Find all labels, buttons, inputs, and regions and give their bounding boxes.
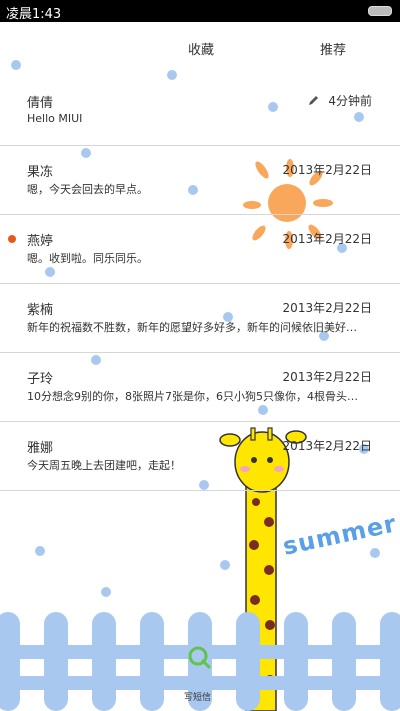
message-preview: Hello MIUI [27,112,83,125]
message-time: 2013年2月22日 [282,439,372,453]
conversation-row[interactable]: 子玲 10分想念9别的你，8张照片7张是你，6只小狗5只像你，4根骨头… 2013年… [0,354,400,422]
row-divider [0,490,400,491]
contact-name: 紫楠 [27,303,54,318]
message-preview: 今天周五晚上去团建吧，走起！ [27,459,181,472]
status-bar: 凌晨1:43 [0,0,400,22]
message-preview: 新年的祝福数不胜数，新年的愿望好多好多，新年的问候依旧美好… [27,321,357,334]
conversation-row[interactable]: 果冻嗯，今天会回去的早点。 2013年2月22日 [0,147,400,215]
message-time: 4分钟前 [328,94,372,108]
message-time: 2013年2月22日 [282,232,372,246]
pencil-icon [308,91,320,110]
battery-icon [368,6,392,16]
row-divider [0,283,400,284]
contact-name: 子玲 [27,372,54,387]
message-preview: 10分想念9别的你，8张照片7张是你，6只小狗5只像你，4根骨头… [27,390,358,403]
tab-recommend[interactable]: 推荐 [320,39,346,58]
row-divider [0,352,400,353]
conversation-row[interactable]: 雅娜今天周五晚上去团建吧，走起！ 2013年2月22日 [0,423,400,491]
top-tab-bar: 收藏 推荐 [0,22,400,78]
compose-icon[interactable] [186,644,212,670]
row-divider [0,145,400,146]
contact-name: 雅娜 [27,441,54,456]
conversation-row[interactable]: 燕婷嗯。收到啦。同乐同乐。 2013年2月22日 [0,216,400,284]
unread-indicator [8,235,16,243]
tab-favorites[interactable]: 收藏 [188,39,214,58]
contact-name: 倩倩 [27,96,54,111]
compose-button-label[interactable]: 写短信 [184,690,211,703]
message-time: 2013年2月22日 [282,370,372,384]
conversation-row[interactable]: 紫楠新年的祝福数不胜数，新年的愿望好多好多，新年的问候依旧美好… 2013年2月2… [0,285,400,353]
row-divider [0,421,400,422]
summer-logo: summer [280,509,400,561]
message-time: 2013年2月22日 [282,163,372,177]
message-preview: 嗯，今天会回去的早点。 [27,183,148,196]
contact-name: 果冻 [27,165,54,180]
conversation-row[interactable]: 倩倩 Hello MIUI 4分钟前 [0,78,400,146]
status-time: 凌晨1:43 [6,7,62,22]
row-divider [0,214,400,215]
contact-name: 燕婷 [27,234,54,249]
message-time: 2013年2月22日 [282,301,372,315]
message-preview: 嗯。收到啦。同乐同乐。 [27,252,148,265]
